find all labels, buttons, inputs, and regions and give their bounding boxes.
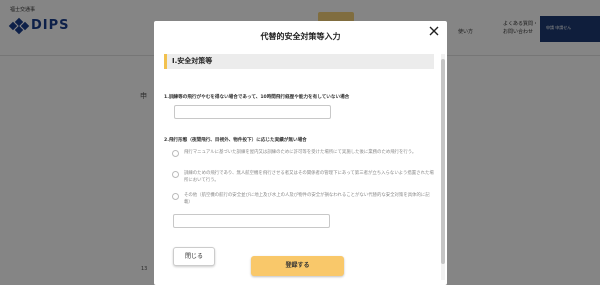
other-measures-input[interactable] bbox=[173, 214, 330, 228]
radio-icon[interactable] bbox=[172, 171, 179, 178]
section-heading: Ⅰ.安全対策等 bbox=[164, 54, 434, 69]
scrollbar-thumb[interactable] bbox=[441, 59, 445, 264]
option-controlled-area[interactable]: 訓練のための飛行であり、無人航空機を飛行させる者又はその関係者の管理下にあって第… bbox=[172, 170, 434, 184]
question2-label: 2.飛行形態（夜間飛行、目視外、物件投下）に応じた実績が無い場合 bbox=[164, 138, 307, 143]
option-other[interactable]: その他（航空機の航行の安全並びに地上及び水上の人及び物件の安全が損なわれることが… bbox=[172, 192, 434, 206]
option-manual-training[interactable]: 飛行マニュアルに基づいた訓練を屋内又は訓練のために許可等を受けた場所にて実施した… bbox=[172, 149, 434, 157]
radio-icon[interactable] bbox=[172, 150, 179, 157]
option-label: その他（航空機の航行の安全並びに地上及び水上の人及び物件の安全が損なわれることが… bbox=[184, 193, 430, 205]
register-button[interactable]: 登録する bbox=[251, 256, 344, 276]
modal-scroll-area[interactable]: Ⅰ.安全対策等 1.訓練等の飛行がやむを得ない場合であって、10時間飛行経歴や能… bbox=[162, 54, 436, 280]
modal-title: 代替的安全対策等入力 bbox=[260, 32, 341, 41]
close-button[interactable]: 閉じる bbox=[173, 247, 215, 266]
option-label: 訓練のための飛行であり、無人航空機を飛行させる者又はその関係者の管理下にあって第… bbox=[184, 171, 434, 183]
question1-input[interactable] bbox=[174, 105, 331, 119]
radio-icon[interactable] bbox=[172, 193, 179, 200]
close-icon[interactable] bbox=[428, 25, 440, 37]
question1-label: 1.訓練等の飛行がやむを得ない場合であって、10時間飛行経歴や能力を有していない… bbox=[164, 95, 350, 100]
alternative-safety-modal: 代替的安全対策等入力 Ⅰ.安全対策等 1.訓練等の飛行がやむを得ない場合であって… bbox=[154, 21, 447, 285]
modal-scrollbar[interactable] bbox=[441, 54, 445, 280]
option-label: 飛行マニュアルに基づいた訓練を屋内又は訓練のために許可等を受けた場所にて実施した… bbox=[184, 150, 417, 155]
